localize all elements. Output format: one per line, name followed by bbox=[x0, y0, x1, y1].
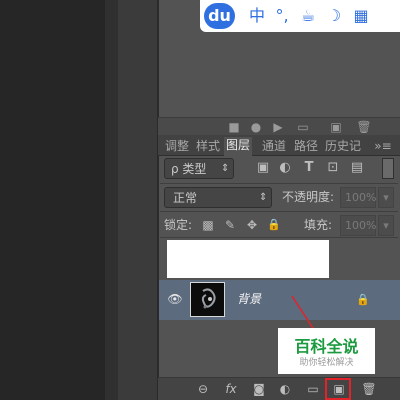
folder-icon[interactable]: ▭ bbox=[295, 119, 311, 135]
layer-filter-label: ρ 类型 bbox=[171, 162, 207, 176]
blend-mode-value: 正常 bbox=[173, 191, 198, 205]
fx-icon[interactable]: fx bbox=[222, 381, 240, 398]
play-icon[interactable]: ▶ bbox=[270, 119, 286, 135]
divider bbox=[160, 183, 398, 184]
canvas-edge bbox=[105, 0, 118, 400]
tab-channels[interactable]: 通道 bbox=[260, 138, 288, 156]
highlight-box bbox=[325, 378, 351, 400]
fill-field[interactable]: 100% bbox=[340, 215, 376, 236]
delete-layer-icon[interactable]: 🗑 bbox=[360, 381, 378, 398]
punctuation-icon[interactable]: °, bbox=[272, 4, 292, 28]
tab-adjustments[interactable]: 调整 bbox=[164, 138, 190, 156]
adjustment-layer-icon[interactable]: ◐ bbox=[276, 381, 294, 398]
ime-toolbar: du 中 °, ☕ ☽ ▦ bbox=[200, 0, 400, 32]
link-layers-icon[interactable]: ⊖ bbox=[194, 381, 212, 398]
lock-transparent-icon[interactable]: ▩ bbox=[200, 215, 216, 235]
opacity-label: 不透明度: bbox=[282, 190, 335, 204]
dropdown-arrow-icon: ⇕ bbox=[259, 192, 268, 203]
tab-styles[interactable]: 样式 bbox=[194, 138, 222, 156]
moon-icon[interactable]: ☽ bbox=[324, 4, 344, 28]
shape-filter-icon[interactable]: ⊡ bbox=[324, 158, 342, 178]
panel-menu-icon[interactable]: »≡ bbox=[372, 138, 394, 156]
opacity-arrow-icon[interactable]: ▾ bbox=[378, 187, 394, 208]
new-action-icon[interactable]: ▣ bbox=[328, 119, 344, 135]
smart-object-filter-icon[interactable]: ▤ bbox=[348, 158, 366, 178]
new-group-icon[interactable]: ▭ bbox=[304, 381, 322, 398]
layer-thumbnail-art bbox=[201, 288, 216, 309]
adjustment-filter-icon[interactable]: ◐ bbox=[276, 158, 294, 178]
layer-row-background[interactable]: 👁 背景 🔒 bbox=[159, 280, 400, 320]
ime-logo[interactable]: du bbox=[204, 3, 235, 29]
watermark-subtitle: 助你轻松解决 bbox=[299, 358, 354, 368]
opacity-field[interactable]: 100% bbox=[340, 187, 376, 208]
upper-panel-toolbar: ■ ● ▶ ▭ ▣ 🗑 bbox=[158, 117, 400, 135]
watermark-title: 百科全说 bbox=[294, 337, 359, 356]
divider bbox=[160, 211, 398, 212]
fill-label: 填充: bbox=[304, 218, 333, 232]
type-filter-icon[interactable]: T bbox=[300, 158, 318, 178]
lock-all-icon[interactable]: 🔒 bbox=[266, 215, 282, 235]
divider bbox=[160, 237, 398, 238]
filter-toggle[interactable] bbox=[382, 158, 394, 179]
trash-icon[interactable]: 🗑 bbox=[356, 119, 372, 135]
lock-label: 锁定: bbox=[164, 218, 193, 232]
tab-history[interactable]: 历史记 bbox=[322, 138, 364, 156]
layers-bottom-toolbar: ⊖ fx ◙ ◐ ▭ ▣ 🗑 bbox=[158, 377, 400, 400]
watermark: 百科全说 助你轻松解决 bbox=[278, 328, 375, 374]
canvas-area[interactable] bbox=[0, 0, 105, 400]
pixel-filter-icon[interactable]: ▣ bbox=[254, 158, 272, 178]
lock-pixels-icon[interactable]: ✎ bbox=[222, 215, 238, 235]
blend-mode-dropdown[interactable]: 正常 ⇕ bbox=[164, 187, 272, 208]
eye-icon[interactable]: 👁 bbox=[167, 290, 183, 308]
lock-position-icon[interactable]: ✥ bbox=[244, 215, 260, 235]
panel-tabs: 调整 样式 图层 通道 路径 历史记 »≡ bbox=[158, 135, 400, 157]
layer-thumbnail[interactable] bbox=[190, 282, 225, 317]
tab-paths[interactable]: 路径 bbox=[292, 138, 320, 156]
fill-arrow-icon[interactable]: ▾ bbox=[378, 215, 394, 236]
add-mask-icon[interactable]: ◙ bbox=[250, 381, 268, 398]
stop-icon[interactable]: ■ bbox=[226, 119, 242, 135]
layer-lock-icon[interactable]: 🔒 bbox=[355, 291, 371, 309]
record-icon[interactable]: ● bbox=[248, 119, 264, 135]
layer-row-blank[interactable] bbox=[167, 240, 329, 278]
grid-icon[interactable]: ▦ bbox=[350, 4, 372, 28]
chinese-mode-icon[interactable]: 中 bbox=[248, 4, 266, 28]
tab-layers[interactable]: 图层 bbox=[224, 137, 252, 157]
panel-dock-strip bbox=[118, 0, 158, 400]
dropdown-arrow-icon: ⇕ bbox=[221, 163, 230, 174]
layer-filter-dropdown[interactable]: ρ 类型 ⇕ bbox=[164, 158, 234, 179]
cup-icon[interactable]: ☕ bbox=[298, 4, 318, 28]
layer-name[interactable]: 背景 bbox=[237, 290, 261, 307]
